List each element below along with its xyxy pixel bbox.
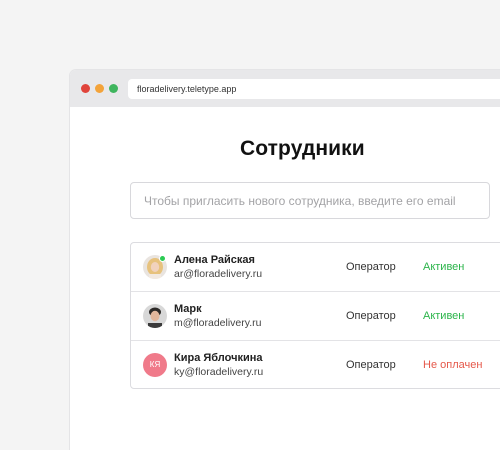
employee-name: Марк [174,303,202,315]
employee-row[interactable]: Алена Райская ar@floradelivery.ru Операт… [131,243,500,292]
maximize-window-button[interactable] [109,84,118,93]
employee-role[interactable]: Оператор [346,310,396,322]
minimize-window-button[interactable] [95,84,104,93]
employee-name: Алена Райская [174,254,255,266]
employee-email: m@floradelivery.ru [174,317,262,329]
employee-email: ky@floradelivery.ru [174,366,264,378]
close-window-button[interactable] [81,84,90,93]
browser-titlebar: floradelivery.teletype.app [70,70,500,107]
employee-status: Активен [423,310,465,322]
employee-status: Не оплачен [423,359,483,371]
online-indicator [159,255,166,262]
avatar-initials: КЯ [143,353,167,377]
employee-name: Кира Яблочкина [174,352,263,364]
employee-status: Активен [423,261,465,273]
invite-email-input[interactable] [130,182,490,219]
employee-row[interactable]: Марк m@floradelivery.ru Оператор Активен [131,292,500,341]
page-title: Сотрудники [240,137,365,160]
employee-role[interactable]: Оператор [346,261,396,273]
employee-role[interactable]: Оператор [346,359,396,371]
employee-row[interactable]: КЯ Кира Яблочкина ky@floradelivery.ru Оп… [131,341,500,390]
address-bar[interactable]: floradelivery.teletype.app [128,79,500,99]
avatar [143,304,167,328]
employee-email: ar@floradelivery.ru [174,268,263,280]
employees-table: Алена Райская ar@floradelivery.ru Операт… [130,242,500,389]
